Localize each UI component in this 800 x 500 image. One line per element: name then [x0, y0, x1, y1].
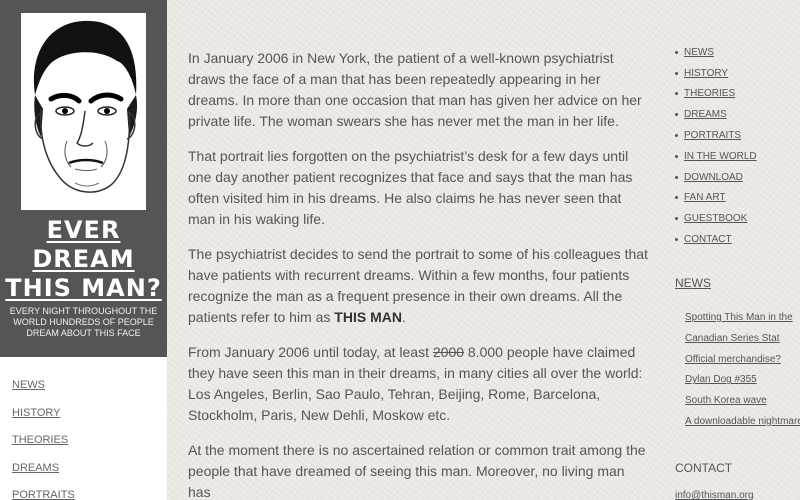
right-nav-link-history[interactable]: HISTORY — [684, 68, 728, 79]
right-nav-item: HISTORY — [675, 63, 757, 84]
right-nav-item: PORTRAITS — [675, 125, 757, 146]
news-link[interactable]: A downloadable nightmare — [685, 412, 800, 433]
left-nav-panel: NEWS HISTORY THEORIES DREAMS PORTRAITS — [0, 357, 167, 500]
news-item: Canadian Series Stat — [685, 329, 797, 350]
right-nav-link-news[interactable]: NEWS — [684, 47, 714, 58]
right-nav-item: NEWS — [675, 42, 757, 63]
bullet-icon — [675, 71, 678, 75]
news-link[interactable]: South Korea wave — [685, 391, 797, 412]
article-text: . — [401, 309, 406, 325]
bullet-icon — [675, 50, 678, 54]
left-nav-item: HISTORY — [12, 403, 75, 431]
left-nav-item: DREAMS — [12, 458, 75, 486]
site-tagline: EVERY NIGHT THROUGHOUT THE WORLD HUNDRED… — [9, 306, 158, 338]
left-nav-link-portraits[interactable]: PORTRAITS — [12, 489, 75, 500]
right-nav-link-contact[interactable]: CONTACT — [684, 234, 732, 245]
right-nav-link-portraits[interactable]: PORTRAITS — [684, 130, 741, 141]
left-nav-item: PORTRAITS — [12, 485, 75, 500]
left-nav-link-news[interactable]: NEWS — [12, 379, 45, 391]
right-nav-link-download[interactable]: DOWNLOAD — [684, 172, 743, 183]
news-link[interactable]: Dylan Dog #355 — [685, 370, 797, 391]
article-paragraph: In January 2006 in New York, the patient… — [188, 50, 642, 129]
news-item: Official merchandise? — [685, 350, 797, 371]
article-text: From January 2006 until today, at least — [188, 344, 433, 360]
contact-heading: CONTACT — [675, 461, 733, 475]
right-nav-item: CONTACT — [675, 229, 757, 250]
this-man-emphasis: THIS MAN — [334, 309, 402, 325]
bullet-icon — [675, 92, 678, 96]
left-nav-link-history[interactable]: HISTORY — [12, 407, 61, 419]
site-title-line: THIS MAN? — [5, 274, 162, 302]
article-paragraph: That portrait lies forgotten on the psyc… — [188, 148, 633, 227]
bullet-icon — [675, 175, 678, 179]
bullet-icon — [675, 196, 678, 200]
right-nav-item: DREAMS — [675, 104, 757, 125]
left-nav: NEWS HISTORY THEORIES DREAMS PORTRAITS — [12, 375, 75, 500]
struck-count: 2000 — [432, 344, 465, 360]
right-nav-link-fan-art[interactable]: FAN ART — [684, 192, 726, 203]
right-nav: NEWS HISTORY THEORIES DREAMS PORTRAITS I… — [675, 42, 757, 250]
this-man-portrait[interactable] — [21, 13, 146, 210]
news-item: A downloadable nightmare — [685, 412, 800, 433]
left-nav-item: NEWS — [12, 375, 75, 403]
right-nav-item: GUESTBOOK — [675, 208, 757, 229]
left-nav-item: THEORIES — [12, 430, 75, 458]
news-item: South Korea wave — [685, 391, 797, 412]
portrait-sketch-image — [21, 13, 146, 210]
bullet-icon — [675, 217, 678, 221]
news-list: Spotting This Man in the Canadian Series… — [685, 308, 800, 433]
right-nav-item: FAN ART — [675, 188, 757, 209]
news-heading[interactable]: NEWS — [675, 276, 711, 290]
bullet-icon — [675, 113, 678, 117]
right-nav-link-dreams[interactable]: DREAMS — [684, 109, 727, 120]
right-nav-item: IN THE WORLD — [675, 146, 757, 167]
right-nav-link-guestbook[interactable]: GUESTBOOK — [684, 213, 747, 224]
site-title[interactable]: EVER DREAM THIS MAN? — [0, 216, 167, 303]
main-article: In January 2006 in New York, the patient… — [188, 48, 648, 500]
news-link[interactable]: Spotting This Man in the — [685, 308, 797, 329]
right-nav-link-theories[interactable]: THEORIES — [684, 88, 735, 99]
bullet-icon — [675, 154, 678, 158]
news-item: Dylan Dog #355 — [685, 370, 797, 391]
right-nav-item: DOWNLOAD — [675, 167, 757, 188]
article-paragraph: The psychiatrist decides to send the por… — [188, 244, 648, 328]
news-link[interactable]: Official merchandise? — [685, 350, 797, 371]
left-nav-link-dreams[interactable]: DREAMS — [12, 462, 59, 474]
right-nav-item: THEORIES — [675, 84, 757, 105]
site-header: EVER DREAM THIS MAN? EVERY NIGHT THROUGH… — [0, 0, 167, 357]
news-link[interactable]: Canadian Series Stat — [685, 329, 797, 350]
site-title-line: EVER — [46, 216, 121, 244]
bullet-icon — [675, 134, 678, 138]
bullet-icon — [675, 238, 678, 242]
article-text: The psychiatrist decides to send the por… — [188, 246, 648, 325]
article-paragraph: From January 2006 until today, at least … — [188, 342, 648, 426]
left-nav-link-theories[interactable]: THEORIES — [12, 434, 68, 446]
news-item: Spotting This Man in the — [685, 308, 797, 329]
contact-email-link[interactable]: info@thisman.org — [675, 490, 754, 500]
right-nav-link-in-the-world[interactable]: IN THE WORLD — [684, 151, 757, 162]
site-title-line: DREAM — [32, 245, 135, 273]
article-paragraph: At the moment there is no ascertained re… — [188, 442, 646, 500]
